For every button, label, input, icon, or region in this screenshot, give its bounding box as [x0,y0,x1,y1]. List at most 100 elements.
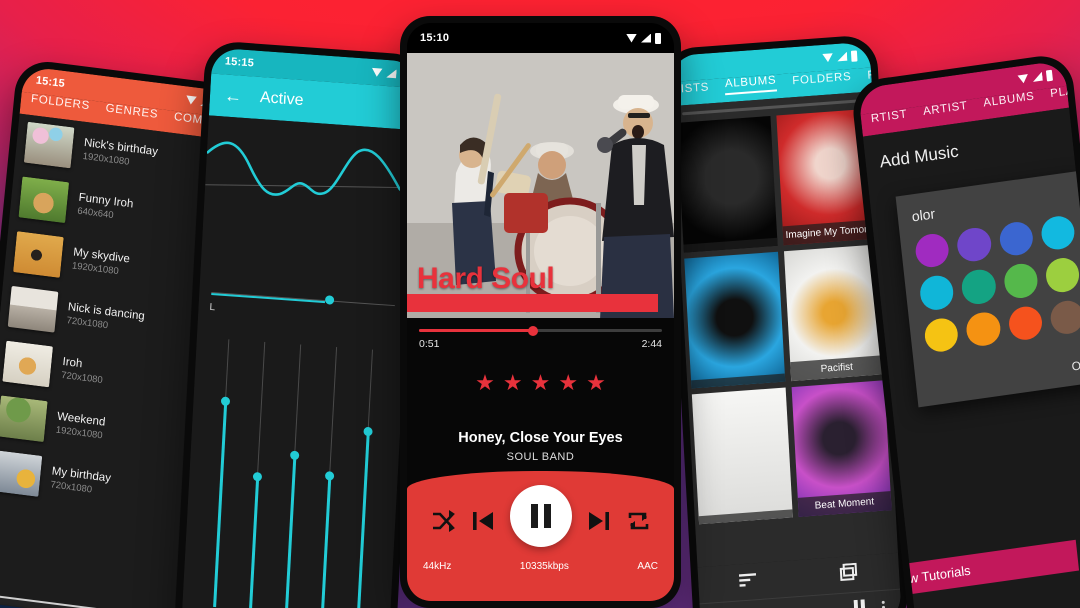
seek-bar[interactable] [419,325,662,336]
thumbnail [0,395,48,443]
signal-icon [386,68,396,78]
color-swatch[interactable] [923,315,960,354]
color-swatch[interactable] [914,231,951,270]
color-swatch[interactable] [1039,214,1077,252]
color-swatch[interactable] [997,220,1035,258]
album-card[interactable] [676,115,778,253]
previous-icon[interactable] [471,509,495,538]
list-item-meta: Nick is dancing 720x1080 [66,301,145,336]
eq-knob[interactable] [252,471,263,482]
color-swatch[interactable] [918,273,956,312]
repeat-icon[interactable] [626,510,651,537]
tab-artists[interactable]: ISTS [680,81,709,98]
status-icons [626,32,661,44]
equalizer-sliders[interactable]: Bass 31 62 [181,327,405,608]
shuffle-icon[interactable] [431,509,456,537]
album-title [691,373,785,389]
artwork-red-bar [407,294,658,312]
sort-icon[interactable] [738,571,759,593]
seek-knob[interactable] [528,325,539,336]
star-icon[interactable]: ★ [475,372,495,394]
track-title: Honey, Close Your Eyes [458,430,623,446]
battery-icon [850,49,858,62]
album-title: Pacifist [789,355,885,382]
bitrate: 10335kbps [519,561,569,572]
star-icon[interactable]: ★ [531,372,551,394]
arrow-left-icon[interactable]: ← [223,85,242,106]
wifi-icon [1017,74,1029,84]
player-controls[interactable] [407,471,674,547]
equalizer-title: Active [259,89,304,110]
tab-folders[interactable]: FOLDERS [792,71,852,90]
color-swatch[interactable] [964,309,1002,348]
album-title: Imagine My Tomorrow [782,219,877,246]
list-item-meta: Iroh 720x1080 [61,356,105,386]
eq-knob[interactable] [363,427,373,437]
color-swatch[interactable] [1044,256,1080,294]
seek-area: 0:51 2:44 [407,318,674,350]
status-time: 15:15 [35,74,66,91]
overflow-menu-icon[interactable] [881,600,886,608]
battery-icon [655,32,661,44]
pause-icon[interactable] [853,598,867,608]
color-swatch[interactable] [1006,304,1044,342]
pan-slider[interactable] [211,284,395,311]
thumbnail [13,231,64,278]
list-item-meta: My skydive 1920x1080 [71,246,130,278]
signal-icon [837,52,847,62]
sample-rate: 44kHz [423,561,452,572]
star-icon[interactable]: ★ [558,372,578,394]
eq-knob[interactable] [220,396,231,407]
list-item-meta: Nick's birthday 1920x1080 [82,137,158,171]
color-swatch[interactable] [960,267,997,306]
eq-band-250[interactable]: 250 [346,349,384,608]
codec-info: 44kHz 10335kbps AAC [407,547,674,572]
status-time: 15:15 [224,55,255,70]
layers-icon[interactable] [838,562,859,586]
thumbnail [0,450,43,497]
duration-time: 2:44 [641,338,662,350]
list-item-meta: Weekend 1920x1080 [55,411,105,442]
thumbnail [7,285,59,333]
add-music-heading: Add Music [878,141,960,172]
tutorials-banner[interactable]: w Tutorials [895,539,1080,596]
album-card[interactable]: Beat Moment [791,380,892,517]
thumbnail [2,340,54,388]
pause-button[interactable] [509,485,572,547]
wifi-icon [185,95,197,105]
equalizer-screen: 15:15 ← Active L [180,47,421,608]
star-icon[interactable]: ★ [586,372,606,394]
color-swatch[interactable] [955,225,993,264]
rating-stars[interactable]: ★ ★ ★ ★ ★ [407,372,674,394]
album-title [698,509,793,525]
color-swatch[interactable] [1002,262,1039,300]
eq-fill [284,455,296,608]
eq-band-bass[interactable]: Bass [202,339,240,608]
color-picker-dialog[interactable]: olor OK [895,170,1080,408]
next-icon[interactable] [587,509,611,538]
signal-icon [641,33,651,43]
eq-knob[interactable] [324,470,335,481]
track-artist: SOUL BAND [506,451,575,463]
time-labels: 0:51 2:44 [419,338,662,350]
color-swatch-grid[interactable] [914,214,1080,354]
eq-band-125[interactable]: 125 [310,346,348,608]
now-playing-artwork [0,602,28,608]
eq-fill [320,475,331,608]
channel-label: L [209,301,216,314]
star-icon[interactable]: ★ [503,372,523,394]
wifi-icon [626,33,637,43]
dialog-ok-button[interactable]: OK [930,357,1080,395]
eq-band-31[interactable]: 31 [238,341,276,608]
tab-albums[interactable]: ALBUMS [724,74,777,96]
screenshot-stage: 15:15 FOLDERS GENRES COMPOSERS P Nick's … [0,0,1080,608]
album-card[interactable] [684,251,785,389]
player-controls-panel: 44kHz 10335kbps AAC [407,471,674,601]
eq-knob[interactable] [289,450,300,461]
album-card[interactable] [691,387,793,525]
album-artwork[interactable]: Hard Soul [407,53,674,318]
color-swatch[interactable] [1048,298,1080,336]
eq-band-62[interactable]: 62 [274,344,312,608]
eq-fill [356,431,370,608]
player-screen: 15:10 Hard Soul 0:51 2:44 ★ ★ ★ ★ ★ Hone… [407,23,674,601]
